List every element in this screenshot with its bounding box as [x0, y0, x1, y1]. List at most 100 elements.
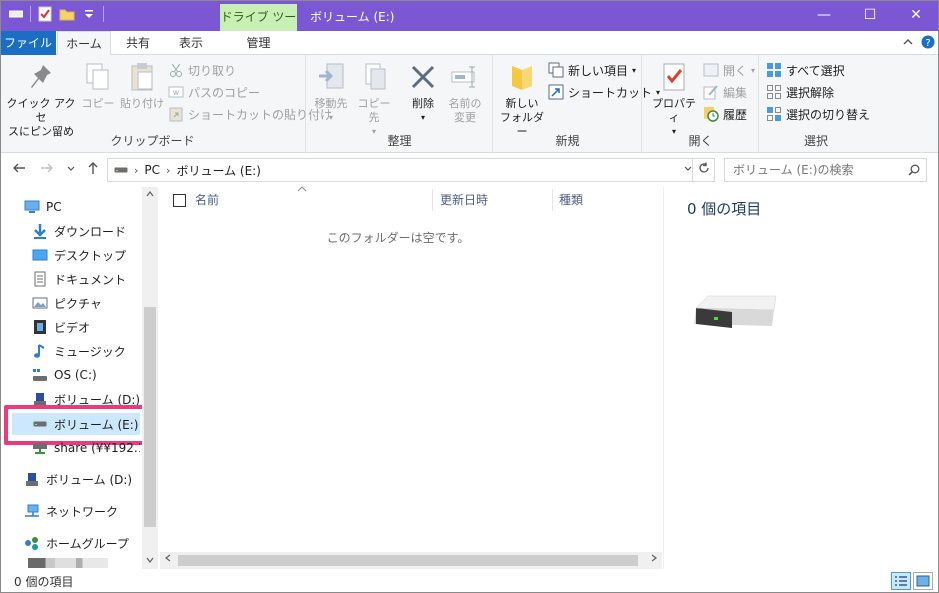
- search-box[interactable]: ボリューム (E:)の検索: [724, 158, 927, 182]
- nav-item-desktop[interactable]: デスクトップ: [32, 244, 126, 266]
- tab-home[interactable]: ホーム: [57, 31, 111, 56]
- address-dropdown-icon[interactable]: [684, 165, 692, 175]
- chevron-right-icon[interactable]: ›: [134, 164, 138, 177]
- properties-button[interactable]: プロパティ ▾: [649, 61, 699, 139]
- nav-item-videos[interactable]: ビデオ: [32, 316, 90, 338]
- os-drive-icon: [32, 367, 48, 383]
- nav-item-music[interactable]: ミュージック: [32, 340, 126, 362]
- move-to-button[interactable]: 移動先 ▾: [311, 61, 351, 125]
- navigation-pane-scrollbar[interactable]: [142, 187, 158, 569]
- details-view-icon[interactable]: [891, 572, 911, 590]
- paste-button[interactable]: 貼り付け: [118, 61, 166, 111]
- tab-view[interactable]: 表示: [166, 31, 216, 55]
- hscrollbar-thumb[interactable]: [178, 555, 638, 566]
- close-button[interactable]: ✕: [893, 0, 939, 31]
- minimize-button[interactable]: —: [801, 0, 847, 31]
- refresh-icon[interactable]: [692, 159, 714, 181]
- nav-item-share[interactable]: share (¥¥192.168: [32, 437, 140, 459]
- nav-item-pc[interactable]: PC: [24, 196, 62, 218]
- new-item-button[interactable]: 新しい項目 ▾: [548, 60, 636, 80]
- back-arrow-icon[interactable]: [10, 161, 28, 179]
- scroll-left-icon[interactable]: [160, 552, 176, 569]
- scroll-right-icon[interactable]: [646, 552, 662, 569]
- nav-label-documents: ドキュメント: [54, 272, 127, 287]
- shortcut-icon: [548, 84, 564, 100]
- tab-manage[interactable]: 管理: [220, 31, 297, 55]
- file-list-hscrollbar[interactable]: [160, 552, 662, 569]
- edit-label: 編集: [723, 85, 748, 100]
- nav-label-homegroup: ホームグループ: [46, 536, 129, 551]
- breadcrumb-volume-e[interactable]: ボリューム (E:): [176, 162, 260, 179]
- new-folder-quick-icon[interactable]: [59, 6, 75, 22]
- music-note-icon: [32, 343, 48, 359]
- properties-quick-icon[interactable]: [37, 6, 53, 22]
- column-header-modified[interactable]: 更新日時: [440, 187, 540, 213]
- nav-item-downloads[interactable]: ダウンロード: [32, 220, 126, 242]
- column-divider[interactable]: [552, 189, 553, 211]
- tab-file[interactable]: ファイル: [0, 31, 56, 55]
- help-icon[interactable]: ?: [920, 35, 936, 51]
- copy-to-button[interactable]: コピー先 ▾: [353, 61, 395, 139]
- pictures-icon: [32, 295, 48, 311]
- clipboard-group-label: クリップボード: [110, 134, 195, 148]
- new-group-label: 新規: [555, 134, 580, 148]
- column-divider[interactable]: [432, 189, 433, 211]
- large-icons-view-icon[interactable]: [913, 572, 933, 590]
- column-header-name[interactable]: 名前: [195, 187, 425, 213]
- column-header-type[interactable]: 種類: [559, 187, 639, 213]
- nav-label-downloads: ダウンロード: [54, 224, 127, 239]
- recent-locations-chevron-icon[interactable]: [62, 161, 80, 179]
- new-group: 新しい フォルダー 新しい項目 ▾ ショートカット ▾ 新規: [494, 55, 660, 153]
- move-to-dropdown-icon: ▾: [328, 113, 333, 122]
- chevron-right-icon[interactable]: ›: [166, 164, 170, 177]
- search-icon[interactable]: [908, 159, 920, 183]
- open-label: 開く: [723, 63, 748, 78]
- tab-share[interactable]: 共有: [113, 31, 163, 55]
- blurred-nav-item: [28, 558, 108, 568]
- new-folder-button[interactable]: 新しい フォルダー: [498, 61, 546, 139]
- select-all-button[interactable]: すべて選択: [766, 60, 845, 80]
- nav-label-volume-d-root: ボリューム (D:): [46, 472, 133, 487]
- invert-selection-button[interactable]: 選択の切り替え: [766, 104, 870, 124]
- nav-item-pictures[interactable]: ピクチャ: [32, 292, 102, 314]
- open-button[interactable]: 開く ▾: [703, 60, 755, 80]
- copy-path-label: パスのコピー: [188, 85, 261, 100]
- file-list-area[interactable]: 名前 更新日時 種類 このフォルダーは空です。: [160, 186, 662, 569]
- nav-label-os-c: OS (C:): [54, 368, 97, 382]
- new-item-icon: [548, 62, 564, 78]
- nav-item-os-c[interactable]: OS (C:): [32, 364, 97, 386]
- status-bar: 0 個の項目: [0, 569, 939, 593]
- window-title: ボリューム (E:): [310, 10, 395, 24]
- cut-label: 切り取り: [188, 63, 237, 78]
- drive-tools-tab[interactable]: ドライブ ツール: [220, 4, 297, 51]
- nav-item-homegroup[interactable]: ホームグループ: [24, 532, 129, 554]
- copy-button[interactable]: コピー: [80, 61, 116, 111]
- customize-qat-icon[interactable]: [81, 6, 97, 22]
- rename-button[interactable]: 名前の 変更: [443, 61, 487, 125]
- select-none-button[interactable]: 選択解除: [766, 82, 834, 102]
- scroll-down-icon[interactable]: [142, 553, 158, 569]
- scrollbar-thumb[interactable]: [144, 307, 156, 527]
- computer-icon: [24, 199, 40, 215]
- history-button[interactable]: 履歴: [703, 104, 747, 124]
- address-bar[interactable]: › PC › ボリューム (E:): [107, 158, 715, 182]
- nav-item-volume-d-root[interactable]: ボリューム (D:): [24, 468, 132, 490]
- collapse-ribbon-icon[interactable]: [900, 35, 916, 51]
- nav-item-documents[interactable]: ドキュメント: [32, 268, 126, 290]
- cut-button[interactable]: 切り取り: [168, 60, 236, 80]
- select-all-checkbox[interactable]: [173, 194, 186, 207]
- pin-icon: [25, 61, 57, 93]
- scroll-up-icon[interactable]: [142, 187, 158, 203]
- delete-button[interactable]: 削除 ▾: [403, 61, 443, 125]
- nav-item-network[interactable]: ネットワーク: [24, 500, 118, 522]
- pin-quick-access-button[interactable]: クイック アクセ スにピン留め: [6, 61, 76, 139]
- select-none-icon: [766, 84, 782, 100]
- ribbon-tabs: ファイル ホーム 共有 表示 管理 ?: [0, 31, 939, 56]
- edit-button[interactable]: 編集: [703, 82, 747, 102]
- breadcrumb-pc[interactable]: PC: [144, 163, 160, 177]
- up-arrow-icon[interactable]: [84, 161, 102, 179]
- forward-arrow-icon[interactable]: [38, 161, 56, 179]
- maximize-button[interactable]: ☐: [847, 0, 893, 31]
- copy-path-button[interactable]: W パスのコピー: [168, 82, 260, 102]
- copy-label: コピー: [81, 97, 115, 110]
